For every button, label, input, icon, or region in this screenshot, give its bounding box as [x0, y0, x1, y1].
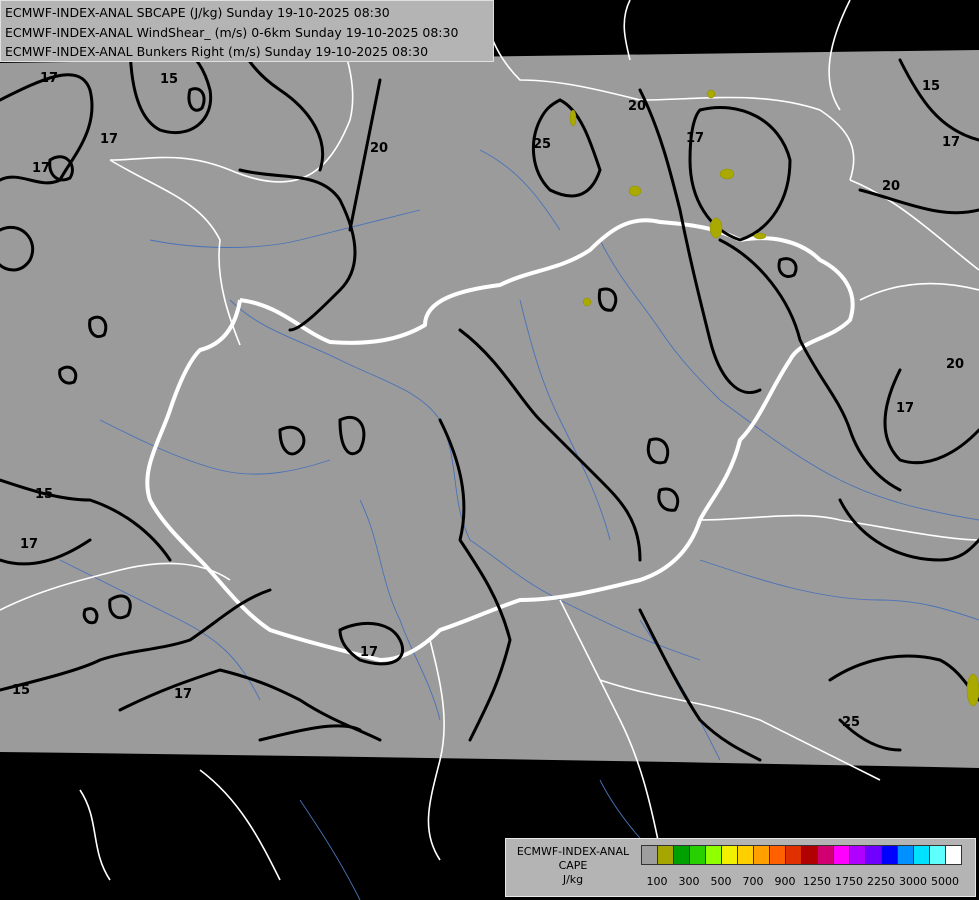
cape-legend: ECMWF-INDEX-ANAL CAPE J/kg 100 300 500 700 9… [505, 838, 976, 897]
legend-swatch [929, 845, 946, 865]
legend-tick-label: 900 [774, 875, 796, 888]
contour-label: 20 [370, 141, 388, 156]
legend-swatch [865, 845, 882, 865]
contour-label: 25 [842, 715, 860, 730]
legend-tick-label: 2250 [867, 875, 895, 888]
legend-swatch [705, 845, 722, 865]
legend-swatch [657, 845, 674, 865]
contour-label: 20 [946, 357, 964, 372]
legend-swatch [769, 845, 786, 865]
legend-swatch [913, 845, 930, 865]
legend-tick-label: 1250 [803, 875, 831, 888]
contour-label: 15 [12, 683, 30, 698]
contour-label: 17 [942, 135, 960, 150]
contour-label: 17 [100, 132, 118, 147]
contour-label: 15 [160, 72, 178, 87]
contour-label: 17 [20, 537, 38, 552]
title-line: ECMWF-INDEX-ANAL WindShear_ (m/s) 0-6km … [5, 24, 459, 40]
legend-field: CAPE [558, 859, 588, 872]
legend-swatch [833, 845, 850, 865]
legend-swatch [881, 845, 898, 865]
contour-label: 17 [40, 71, 58, 86]
legend-tick-label: 100 [646, 875, 668, 888]
legend-model: ECMWF-INDEX-ANAL [516, 845, 630, 858]
contour-label: 17 [32, 161, 50, 176]
legend-unit: J/kg [562, 873, 584, 886]
contour-label: 17 [174, 687, 192, 702]
contour-label: 15 [922, 79, 940, 94]
legend-swatch [897, 845, 914, 865]
contour-label: 17 [896, 401, 914, 416]
legend-tick-label: 3000 [899, 875, 927, 888]
legend-title: ECMWF-INDEX-ANAL CAPE J/kg [508, 845, 638, 887]
legend-swatch [737, 845, 754, 865]
legend-swatch [945, 845, 962, 865]
contour-label: 20 [882, 179, 900, 194]
legend-swatch [689, 845, 706, 865]
title-line: ECMWF-INDEX-ANAL Bunkers Right (m/s) Sun… [5, 44, 429, 59]
contour-label: 25 [533, 137, 551, 152]
legend-swatch [721, 845, 738, 865]
weather-map: 17 15 17 20 25 20 17 15 20 17 20 17 15 1… [0, 0, 979, 900]
contour-label: 17 [686, 131, 704, 146]
map-view: 17 15 17 20 25 20 17 15 20 17 20 17 15 1… [0, 0, 979, 900]
legend-swatch [849, 845, 866, 865]
contour-label: 17 [360, 645, 378, 660]
contour-label: 15 [35, 487, 53, 502]
legend-swatch [673, 845, 690, 865]
legend-swatch [801, 845, 818, 865]
legend-swatch [785, 845, 802, 865]
title-line: ECMWF-INDEX-ANAL SBCAPE (J/kg) Sunday 19… [5, 5, 390, 20]
legend-color-bar [641, 845, 962, 867]
legend-swatch [753, 845, 770, 865]
map-title-box: ECMWF-INDEX-ANAL SBCAPE (J/kg) Sunday 19… [0, 0, 494, 62]
legend-tick-label: 1750 [835, 875, 863, 888]
legend-swatch [641, 845, 658, 865]
legend-swatch [817, 845, 834, 865]
contour-label: 20 [628, 99, 646, 114]
legend-tick-label: 300 [678, 875, 700, 888]
legend-tick-label: 700 [742, 875, 764, 888]
legend-tick-label: 5000 [931, 875, 959, 888]
legend-tick-label: 500 [710, 875, 732, 888]
